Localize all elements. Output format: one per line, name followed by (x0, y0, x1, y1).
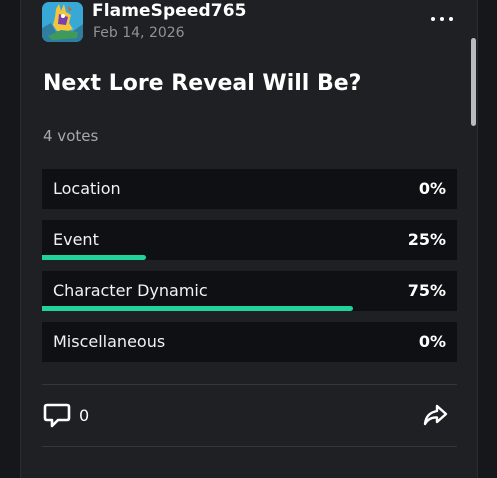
divider (42, 446, 457, 447)
poll-option-location[interactable]: Location 0% (42, 169, 457, 209)
comment-button[interactable]: 0 (43, 400, 89, 430)
poll-option-label: Miscellaneous (53, 332, 166, 351)
poll-option-bar (42, 306, 354, 311)
poll-title: Next Lore Reveal Will Be? (43, 71, 362, 96)
poll-option-label: Location (53, 179, 121, 198)
divider (42, 384, 457, 385)
scrollbar[interactable] (471, 38, 476, 126)
poll-option-percent: 0% (418, 179, 446, 198)
poll-option-label: Character Dynamic (53, 281, 208, 300)
poll-option-percent: 75% (407, 281, 446, 300)
post-date: Feb 14, 2026 (93, 25, 185, 41)
more-dot (431, 17, 435, 21)
poll-option-character-dynamic[interactable]: Character Dynamic 75% (42, 271, 457, 311)
poll-option-event[interactable]: Event 25% (42, 220, 457, 260)
avatar-image (42, 2, 83, 42)
poll-option-bar (42, 255, 146, 260)
share-button[interactable] (422, 402, 448, 428)
poll-option-percent: 0% (418, 332, 446, 351)
comment-icon (43, 403, 71, 428)
comment-count: 0 (79, 405, 90, 425)
more-dot (449, 17, 453, 21)
more-dot (440, 17, 444, 21)
poll-options: Location 0% Event 25% Character Dynamic … (42, 169, 457, 373)
poll-option-label: Event (53, 230, 99, 249)
share-icon (423, 404, 448, 426)
avatar[interactable] (42, 2, 83, 42)
poll-option-percent: 25% (407, 230, 446, 249)
username[interactable]: FlameSpeed765 (92, 1, 247, 21)
poll-option-miscellaneous[interactable]: Miscellaneous 0% (42, 322, 457, 362)
more-icon[interactable] (431, 14, 453, 24)
vote-count: 4 votes (43, 127, 99, 145)
post-card: FlameSpeed765 Feb 14, 2026 Next Lore Rev… (20, 0, 478, 478)
